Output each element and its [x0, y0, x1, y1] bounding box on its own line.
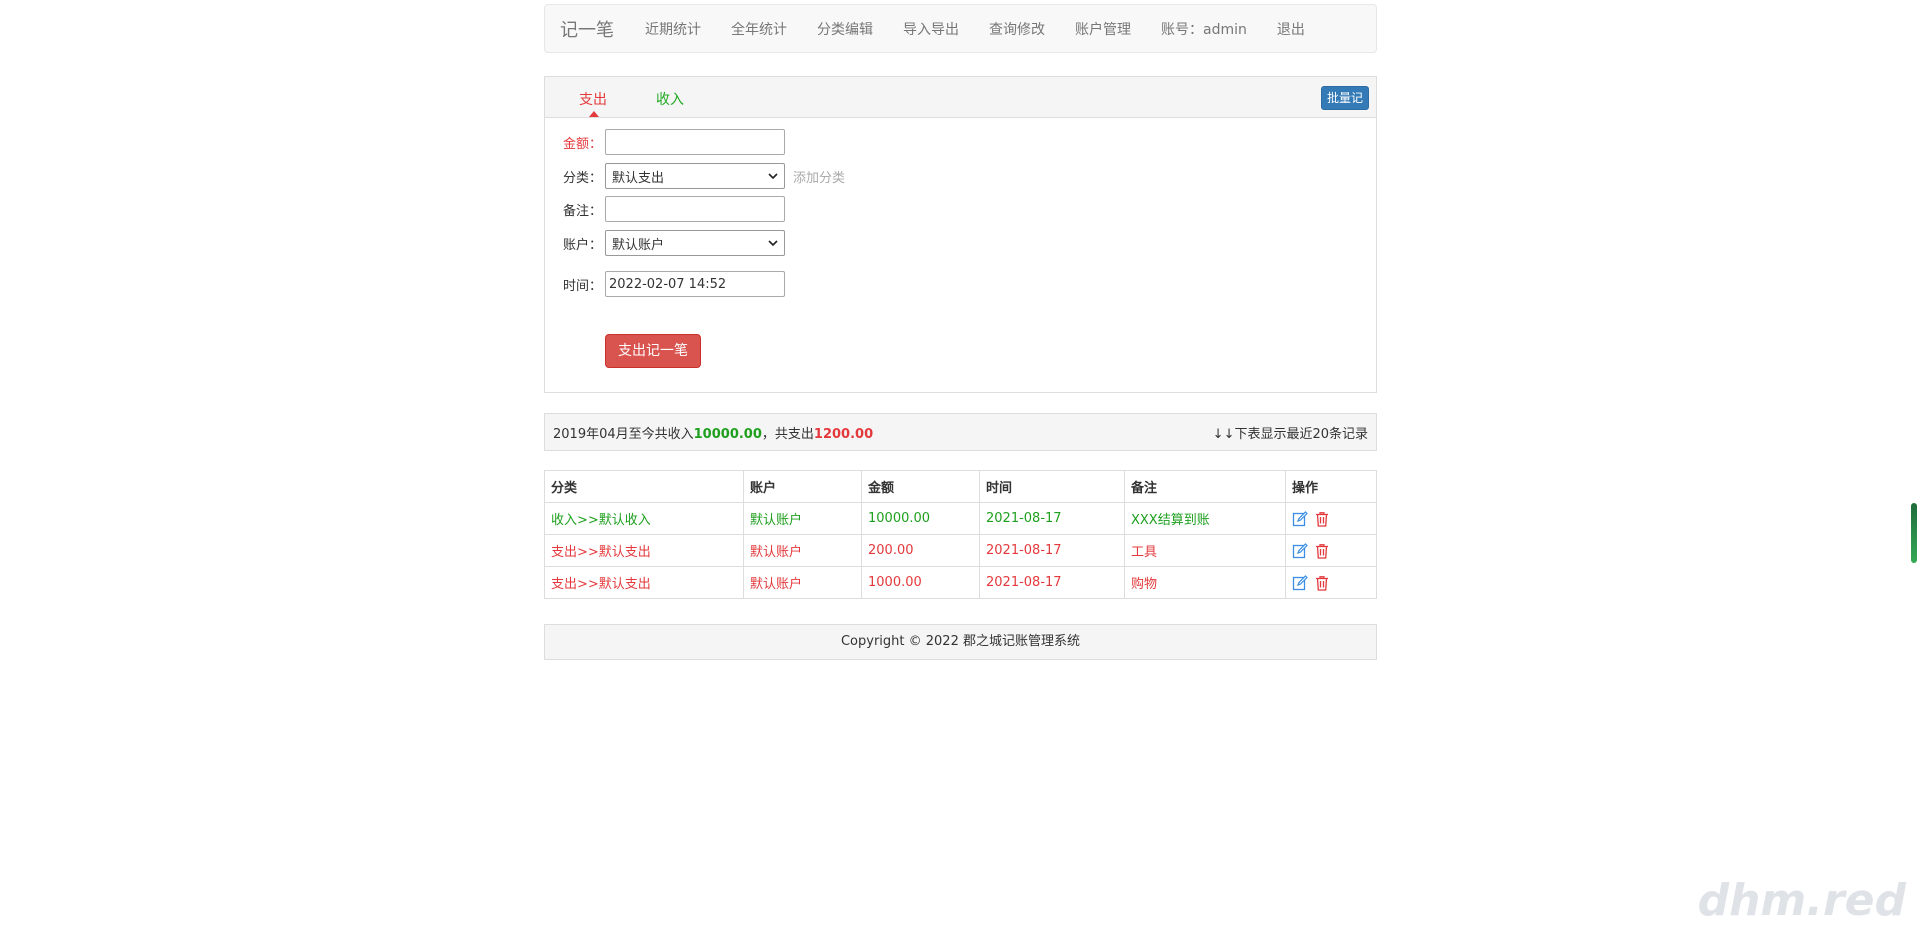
account-row: 账户： 默认账户	[563, 230, 785, 256]
category-select[interactable]: 默认支出	[605, 163, 785, 189]
batch-record-button[interactable]: 批量记	[1320, 86, 1369, 110]
table-header-row: 分类 账户 金额 时间 备注 操作	[544, 470, 1377, 503]
income-total: 10000.00	[693, 426, 762, 442]
category-row: 分类： 默认支出 添加分类	[563, 163, 845, 189]
table-row: 支出>>默认支出 默认账户 1000.00 2021-08-17 购物	[544, 566, 1377, 599]
delete-icon[interactable]	[1314, 575, 1330, 591]
col-time: 时间	[979, 470, 1125, 503]
account-selected-value: 默认账户	[612, 237, 665, 253]
nav-query-modify[interactable]: 查询修改	[989, 19, 1045, 39]
chevron-down-icon	[768, 240, 778, 247]
account-label: 账户：	[563, 237, 603, 253]
cell-note: 工具	[1124, 534, 1286, 567]
nav-account-manage[interactable]: 账户管理	[1075, 19, 1131, 39]
col-category: 分类	[544, 470, 744, 503]
top-navbar: 记一笔 近期统计 全年统计 分类编辑 导入导出 查询修改 账户管理 账号：adm…	[544, 4, 1377, 53]
cell-amount: 10000.00	[861, 502, 980, 535]
cell-account: 默认账户	[743, 534, 862, 567]
recent-records-note: ↓↓下表显示最近20条记录	[1212, 426, 1368, 442]
table-row: 支出>>默认支出 默认账户 200.00 2021-08-17 工具	[544, 534, 1377, 567]
category-label: 分类：	[563, 170, 603, 186]
cell-actions	[1285, 502, 1377, 535]
nav-logout[interactable]: 退出	[1277, 19, 1305, 39]
copyright-text: Copyright © 2022 郡之城记账管理系统	[840, 634, 1080, 649]
delete-icon[interactable]	[1314, 511, 1330, 527]
time-input[interactable]	[605, 271, 785, 297]
summary-middle: ，共支出	[761, 426, 814, 442]
nav-category-edit[interactable]: 分类编辑	[817, 19, 873, 39]
col-account: 账户	[743, 470, 862, 503]
tab-income[interactable]: 收入	[656, 89, 684, 109]
note-row: 备注：	[563, 196, 785, 222]
cell-category: 支出>>默认支出	[544, 534, 744, 567]
cell-account: 默认账户	[743, 566, 862, 599]
watermark: dhm.red	[1697, 875, 1906, 926]
col-note: 备注	[1124, 470, 1286, 503]
cell-amount: 1000.00	[861, 566, 980, 599]
summary-prefix: 2019年04月至今共收入	[553, 426, 694, 442]
cell-category: 支出>>默认支出	[544, 566, 744, 599]
edit-icon[interactable]	[1292, 574, 1308, 591]
scroll-indicator[interactable]	[1911, 503, 1917, 563]
delete-icon[interactable]	[1314, 543, 1330, 559]
add-category-link[interactable]: 添加分类	[793, 167, 845, 186]
col-actions: 操作	[1285, 470, 1377, 503]
panel-header: 支出 收入 批量记	[545, 77, 1376, 118]
record-form-panel: 支出 收入 批量记 金额： 分类： 默认支出 添加分类 备注： 账户： 默认账户…	[544, 76, 1377, 393]
cell-account: 默认账户	[743, 502, 862, 535]
account-select[interactable]: 默认账户	[605, 230, 785, 256]
amount-input[interactable]	[605, 129, 785, 155]
col-amount: 金额	[861, 470, 980, 503]
cell-amount: 200.00	[861, 534, 980, 567]
nav-import-export[interactable]: 导入导出	[903, 19, 959, 39]
active-tab-indicator	[589, 111, 599, 117]
category-selected-value: 默认支出	[612, 170, 665, 186]
cell-time: 2021-08-17	[979, 534, 1125, 567]
chevron-down-icon	[768, 173, 778, 180]
cell-actions	[1285, 566, 1377, 599]
records-table: 分类 账户 金额 时间 备注 操作 收入>>默认收入 默认账户 10000.00…	[544, 470, 1377, 599]
cell-time: 2021-08-17	[979, 566, 1125, 599]
tab-expense[interactable]: 支出	[579, 89, 607, 109]
nav-annual-stats[interactable]: 全年统计	[731, 19, 787, 39]
cell-time: 2021-08-17	[979, 502, 1125, 535]
table-row: 收入>>默认收入 默认账户 10000.00 2021-08-17 XXX结算到…	[544, 502, 1377, 535]
time-row: 时间：	[563, 271, 785, 297]
amount-row: 金额：	[563, 129, 785, 155]
cell-actions	[1285, 534, 1377, 567]
amount-label: 金额：	[563, 136, 603, 152]
summary-text: 2019年04月至今共收入10000.00，共支出1200.00	[553, 423, 873, 442]
cell-category: 收入>>默认收入	[544, 502, 744, 535]
brand-logo[interactable]: 记一笔	[560, 16, 614, 42]
nav-user-account[interactable]: 账号：admin	[1161, 19, 1247, 39]
cell-note: XXX结算到账	[1124, 502, 1286, 535]
submit-expense-button[interactable]: 支出记一笔	[605, 334, 701, 368]
note-input[interactable]	[605, 196, 785, 222]
nav-recent-stats[interactable]: 近期统计	[645, 19, 701, 39]
edit-icon[interactable]	[1292, 510, 1308, 527]
expense-total: 1200.00	[813, 426, 874, 442]
summary-bar: 2019年04月至今共收入10000.00，共支出1200.00 ↓↓下表显示最…	[544, 413, 1377, 451]
cell-note: 购物	[1124, 566, 1286, 599]
page-footer: Copyright © 2022 郡之城记账管理系统	[544, 624, 1377, 660]
edit-icon[interactable]	[1292, 542, 1308, 559]
time-label: 时间：	[563, 278, 603, 294]
note-label: 备注：	[563, 203, 603, 219]
